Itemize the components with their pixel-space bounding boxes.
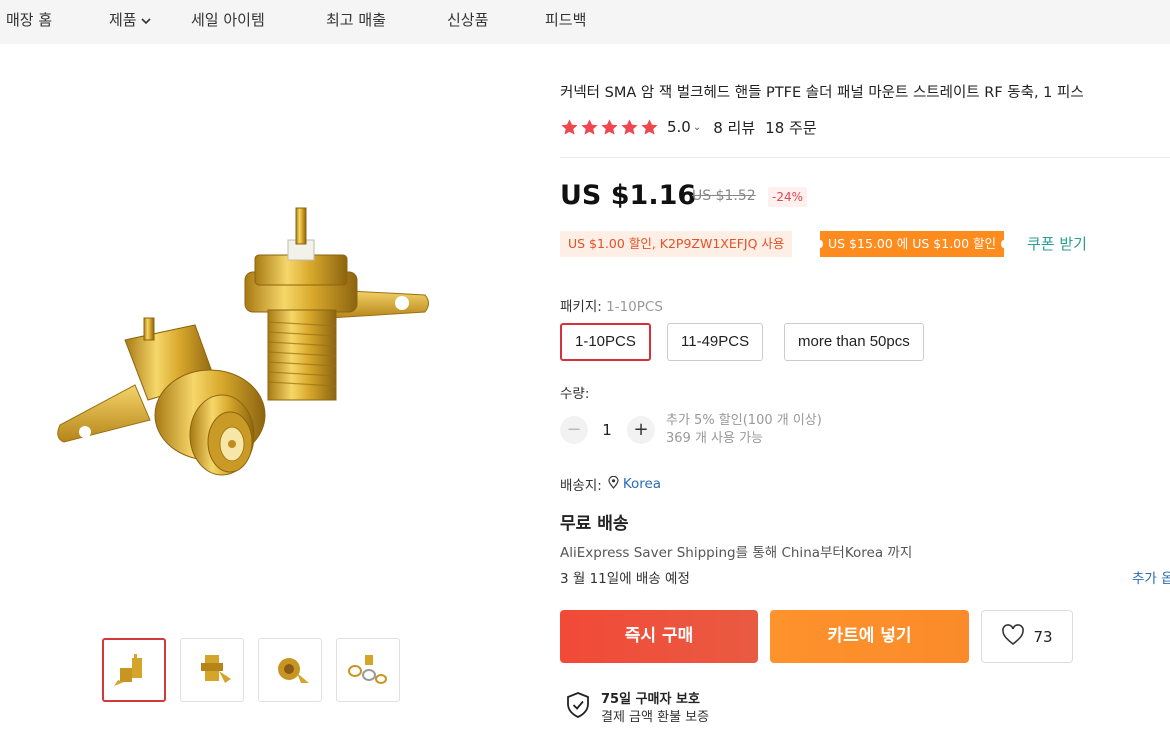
add-to-cart-button[interactable]: 카트에 넣기 (770, 610, 969, 663)
discount-badge: -24% (768, 187, 808, 207)
stock-available-note: 369 개 사용 가능 (666, 431, 764, 446)
delivery-estimate: 3 월 11일에 배송 예정 (560, 571, 690, 587)
chevron-down-icon (140, 12, 152, 30)
package-option-1-10pcs[interactable]: 1-10PCS (560, 323, 651, 361)
location-pin-icon (608, 475, 619, 493)
package-option-11-49pcs[interactable]: 11-49PCS (667, 323, 764, 361)
get-coupon-link[interactable]: 쿠폰 받기 (1027, 233, 1087, 254)
product-main-image[interactable] (40, 180, 460, 510)
ship-to-row: 배송지: Korea (560, 474, 661, 494)
ship-to-country[interactable]: Korea (623, 476, 661, 492)
rating-row: 5.0 ⌄ 8 리뷰 18 주문 (560, 116, 817, 138)
quantity-increase-button[interactable]: + (627, 416, 655, 444)
buyer-protection-title: 75일 구매자 보호 (601, 692, 700, 707)
buyer-protection-subtitle: 결제 금액 환불 보증 (601, 710, 710, 725)
star-icon (621, 118, 638, 135)
star-icon (581, 118, 598, 135)
quantity-input[interactable]: 1 (600, 421, 614, 439)
nav-new-arrivals[interactable]: 신상품 (447, 9, 488, 30)
order-count: 18 주문 (765, 118, 817, 137)
nav-best-sellers[interactable]: 최고 매출 (326, 9, 386, 30)
star-icon (601, 118, 618, 135)
bulk-discount-note: 추가 5% 할인(100 개 이상) (666, 413, 822, 428)
chevron-down-icon[interactable]: ⌄ (693, 122, 701, 133)
nav-products-label: 제품 (109, 11, 137, 29)
quantity-decrease-button[interactable]: − (560, 416, 588, 444)
thumbnail-3[interactable] (258, 638, 322, 702)
star-icon (561, 118, 578, 135)
threshold-coupon-tag[interactable]: US $15.00 에 US $1.00 할인 (816, 231, 1008, 257)
nav-products[interactable]: 제품 (109, 9, 152, 30)
quantity-notes: 추가 5% 할인(100 개 이상) 369 개 사용 가능 (666, 412, 822, 448)
product-title: 커넥터 SMA 암 잭 벌크헤드 핸들 PTFE 솔더 패널 마운트 스트레이트… (560, 85, 1084, 101)
buy-now-button[interactable]: 즉시 구매 (560, 610, 758, 663)
current-price: US $1.16 (560, 180, 697, 211)
shipping-method: AliExpress Saver Shipping를 통해 China부터Kor… (560, 545, 913, 561)
nav-sale-items[interactable]: 세일 아이템 (191, 9, 265, 30)
package-label: 패키지: 1-10PCS (560, 295, 663, 315)
shield-check-icon (566, 692, 590, 722)
rating-value[interactable]: 5.0 (667, 118, 691, 136)
nav-feedback[interactable]: 피드백 (545, 9, 586, 30)
original-price: US $1.52 (692, 188, 756, 204)
heart-icon (1001, 623, 1025, 650)
thumbnail-2[interactable] (180, 638, 244, 702)
divider (560, 157, 1170, 158)
thumbnail-1[interactable] (102, 638, 166, 702)
store-coupon-tag[interactable]: US $1.00 할인, K2P9ZW1XEFJQ 사용 (560, 231, 793, 257)
rating-stars (560, 118, 659, 137)
more-shipping-options-link[interactable]: 추가 옵 (1132, 567, 1170, 587)
package-selected-value: 1-10PCS (606, 299, 663, 315)
quantity-label: 수량: (560, 386, 590, 402)
store-nav-bar: 매장 홈 제품 세일 아이템 최고 매출 신상품 피드백 (0, 0, 1170, 44)
thumbnail-4[interactable] (336, 638, 400, 702)
review-count[interactable]: 8 리뷰 (713, 117, 755, 138)
package-option-50plus[interactable]: more than 50pcs (784, 323, 924, 361)
wishlist-count: 73 (1033, 627, 1053, 646)
package-label-text: 패키지: (560, 299, 607, 315)
wishlist-button[interactable]: 73 (981, 610, 1073, 663)
free-shipping-title: 무료 배송 (560, 514, 629, 534)
ship-to-label: 배송지: (560, 478, 602, 494)
nav-store-home[interactable]: 매장 홈 (6, 9, 52, 30)
star-icon (641, 118, 658, 135)
